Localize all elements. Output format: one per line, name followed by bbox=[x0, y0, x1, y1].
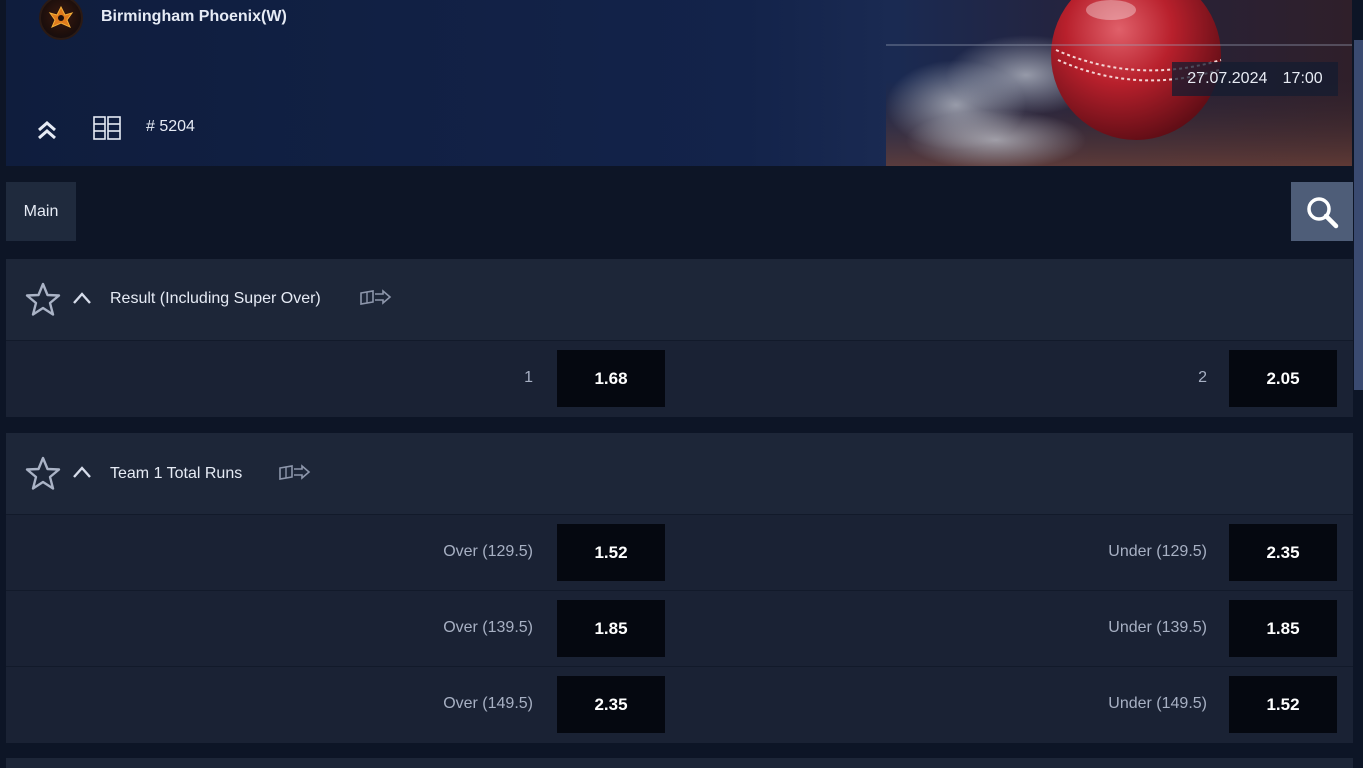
event-time: 17:00 bbox=[1282, 70, 1323, 87]
event-header: Birmingham Phoenix(W) # 5204 27.07.2024 … bbox=[6, 0, 1352, 166]
star-icon[interactable] bbox=[24, 455, 62, 493]
star-icon[interactable] bbox=[24, 281, 62, 319]
selection-label: Over (149.5) bbox=[443, 695, 533, 712]
market-title: Team 1 Total Runs bbox=[110, 465, 243, 482]
event-datetime: 27.07.2024 17:00 bbox=[1172, 62, 1338, 96]
phoenix-logo-icon bbox=[48, 5, 74, 28]
chevron-up-icon[interactable] bbox=[71, 463, 93, 481]
market-header[interactable]: Result (Including Super Over) bbox=[6, 259, 1353, 341]
tab-main[interactable]: Main bbox=[6, 182, 76, 241]
event-date: 27.07.2024 bbox=[1187, 70, 1268, 87]
selection-label: Under (149.5) bbox=[1108, 695, 1207, 712]
odd-button[interactable]: 2.35 bbox=[557, 676, 665, 733]
grid-list-icon[interactable] bbox=[93, 115, 121, 141]
search-icon bbox=[1307, 196, 1339, 228]
chevron-up-icon[interactable] bbox=[71, 289, 93, 307]
selection-label: Over (129.5) bbox=[443, 543, 533, 560]
selection-label: 1 bbox=[524, 369, 533, 386]
market-team1-total-runs: Team 1 Total Runs Over (129.5) 1.52 Unde… bbox=[6, 433, 1353, 743]
odds-row: Over (149.5) 2.35 Under (149.5) 1.52 bbox=[6, 667, 1353, 743]
double-chevron-up-icon[interactable] bbox=[34, 117, 60, 143]
selection-label: Over (139.5) bbox=[443, 619, 533, 636]
flag-arrow-icon[interactable] bbox=[278, 463, 312, 483]
market-next-partial bbox=[6, 758, 1353, 768]
scrollbar-thumb[interactable] bbox=[1354, 40, 1363, 390]
odd-button[interactable]: 2.05 bbox=[1229, 350, 1337, 407]
selection-label: Under (129.5) bbox=[1108, 543, 1207, 560]
odd-button[interactable]: 1.68 bbox=[557, 350, 665, 407]
selection-label: 2 bbox=[1198, 369, 1207, 386]
match-id: # 5204 bbox=[146, 118, 195, 135]
odds-row: Over (139.5) 1.85 Under (139.5) 1.85 bbox=[6, 591, 1353, 667]
odd-button[interactable]: 1.85 bbox=[557, 600, 665, 657]
odd-button[interactable]: 2.35 bbox=[1229, 524, 1337, 581]
odd-button[interactable]: 1.85 bbox=[1229, 600, 1337, 657]
selection-label: Under (139.5) bbox=[1108, 619, 1207, 636]
market-title: Result (Including Super Over) bbox=[110, 290, 321, 307]
market-result: Result (Including Super Over) 1 1.68 2 2… bbox=[6, 259, 1353, 417]
market-header[interactable]: Team 1 Total Runs bbox=[6, 433, 1353, 515]
odd-button[interactable]: 1.52 bbox=[1229, 676, 1337, 733]
team-logo bbox=[39, 0, 83, 40]
flag-arrow-icon[interactable] bbox=[359, 288, 393, 308]
team-name: Birmingham Phoenix(W) bbox=[101, 8, 287, 25]
odds-row: Over (129.5) 1.52 Under (129.5) 2.35 bbox=[6, 515, 1353, 591]
odd-button[interactable]: 1.52 bbox=[557, 524, 665, 581]
odds-row: 1 1.68 2 2.05 bbox=[6, 341, 1353, 417]
search-button[interactable] bbox=[1291, 182, 1353, 241]
